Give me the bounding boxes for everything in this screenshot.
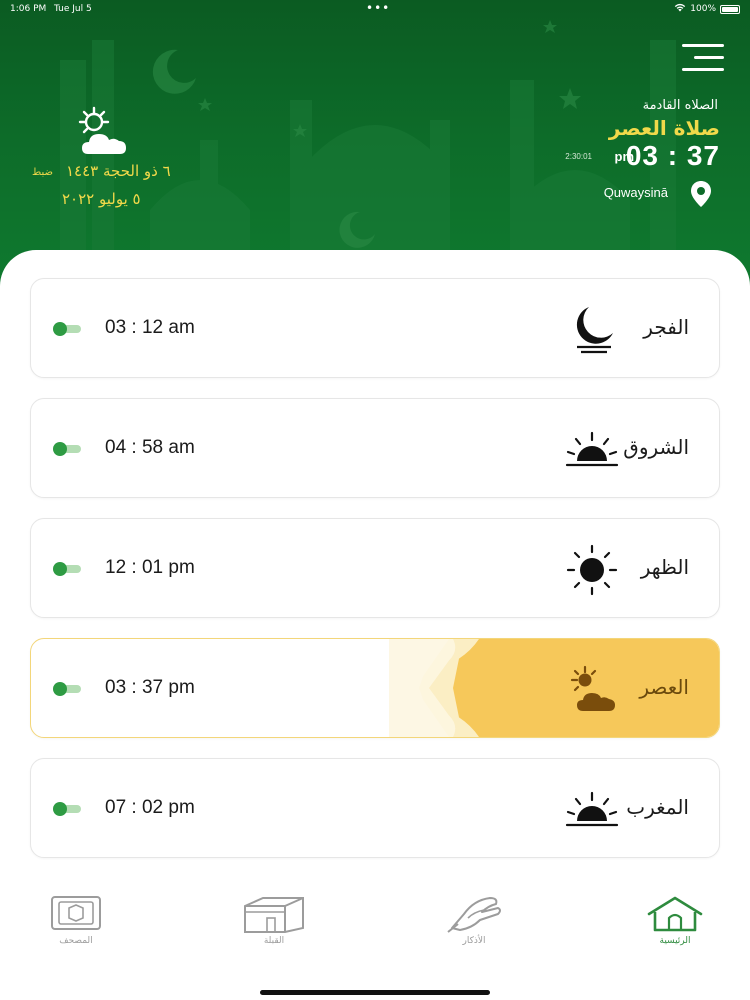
prayer-time: 03 : 12 am [105,317,195,338]
hamburger-icon [682,44,724,47]
prayer-time: 03 : 37 pm [105,677,195,698]
sun-icon [566,544,618,596]
status-bar: 1:06 PM Tue Jul 5 ••• 100% [0,0,750,18]
prayer-alarm-toggle[interactable] [53,442,81,456]
prayer-name: الفجر [643,315,689,339]
prayer-time: 04 : 58 am [105,437,195,458]
sunset-icon [565,791,619,827]
prayer-row-fajr[interactable]: 03 : 12 am الفجر [30,278,720,378]
status-time: 1:06 PM [10,4,47,14]
hijri-date: ٦ ذو الحجة ١٤٤٣ [66,162,171,180]
prayer-list: 03 : 12 am الفجر 04 : 58 am الشروق 12 : … [0,250,750,860]
tab-label: الأذكار [462,936,486,946]
adjust-date-button[interactable]: ضبط [32,167,53,178]
status-date: Tue Jul 5 [54,4,92,14]
prayer-row-shuruq[interactable]: 04 : 58 am الشروق [30,398,720,498]
tab-qibla[interactable]: القبلة [224,894,324,954]
tab-bar: المصحف القبلة الأذكار الرئيسية [0,860,750,1000]
prayer-row-maghrib[interactable]: 07 : 02 pm المغرب [30,758,720,858]
location-pin-icon[interactable] [690,180,712,208]
prayer-alarm-toggle[interactable] [53,802,81,816]
prayer-time: 07 : 02 pm [105,797,195,818]
menu-button[interactable] [682,44,724,74]
sun-cloud-icon [78,106,126,154]
quran-book-icon [51,896,101,930]
prayer-alarm-toggle[interactable] [53,322,81,336]
prayer-alarm-toggle[interactable] [53,562,81,576]
prayer-row-dhuhr[interactable]: 12 : 01 pm الظهر [30,518,720,618]
sunrise-icon [565,431,619,467]
prayer-row-asr[interactable]: 03 : 37 pm العصر [30,638,720,738]
gregorian-date: ٥ يوليو ٢٠٢٢ [62,190,141,208]
prayer-name: الظهر [640,555,689,579]
tab-quran[interactable]: المصحف [26,894,126,954]
battery-icon [720,4,740,14]
prayer-time: 12 : 01 pm [105,557,195,578]
tab-label: القبلة [263,936,285,946]
home-indicator[interactable] [260,990,490,995]
wifi-icon [674,3,686,15]
next-prayer-name: صلاة العصر [608,116,720,140]
home-icon [647,896,703,932]
prayer-name: الشروق [623,435,689,459]
prayer-name: المغرب [626,795,689,819]
prayer-name: العصر [639,675,689,699]
sun-cloud-icon [570,665,615,711]
next-prayer-ampm: pm [614,149,635,164]
tab-label: الرئيسية [659,936,691,946]
prayer-alarm-toggle[interactable] [53,682,81,696]
status-indicators: 100% [674,3,740,15]
praying-hands-icon [447,897,501,933]
tab-azkar[interactable]: الأذكار [424,894,524,954]
next-prayer-label: الصلاه القادمة [642,98,718,113]
header: الصلاه القادمة صلاة العصر 03 : 37 pm 2:3… [0,0,750,290]
multitask-dots[interactable]: ••• [366,1,390,15]
tab-label: المصحف [59,936,93,946]
crescent-moon-icon [576,307,613,354]
battery-percent: 100% [690,4,716,14]
countdown-timer: 2:30:01 [565,152,592,161]
tab-home[interactable]: الرئيسية [625,894,725,954]
next-prayer-time: 03 : 37 [625,140,720,171]
location-name[interactable]: Quwaysinā [604,185,668,200]
kaaba-icon [244,897,304,933]
